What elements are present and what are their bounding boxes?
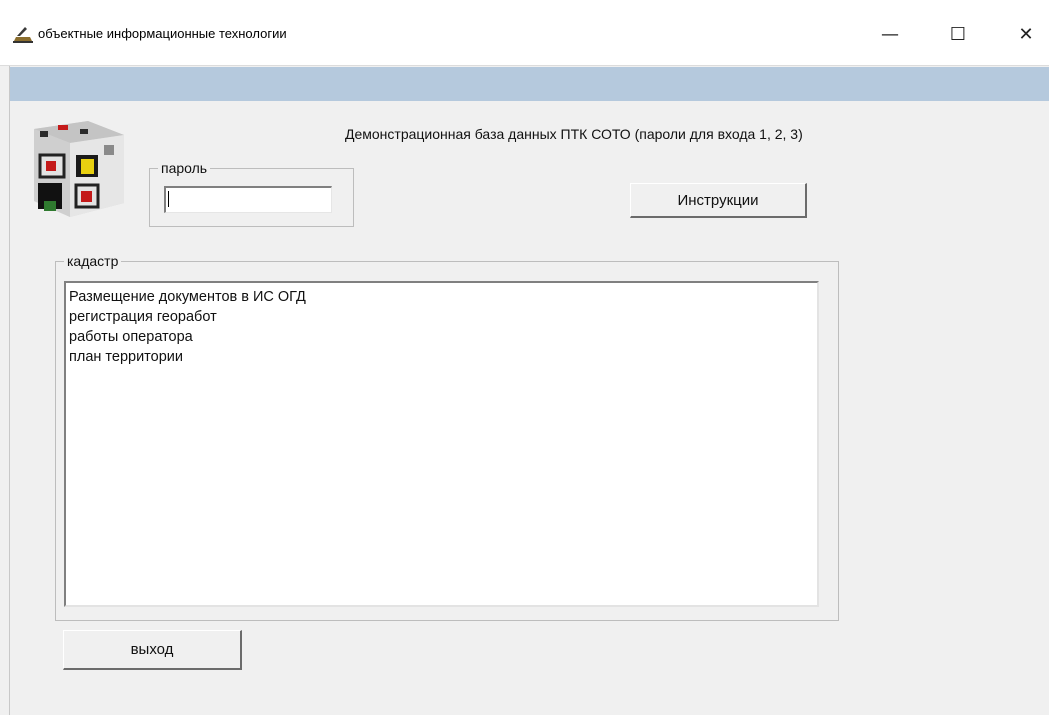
app-icon bbox=[13, 27, 33, 43]
close-button[interactable]: ✕ bbox=[1003, 12, 1049, 56]
list-item[interactable]: регистрация георабот bbox=[69, 307, 814, 327]
list-item[interactable]: план территории bbox=[69, 347, 814, 367]
maximize-button[interactable]: ☐ bbox=[935, 12, 981, 56]
text-caret bbox=[168, 191, 169, 207]
list-item[interactable]: Размещение документов в ИС ОГД bbox=[69, 287, 814, 307]
cadastre-label: кадастр bbox=[64, 253, 122, 269]
exit-button[interactable]: выход bbox=[63, 630, 242, 670]
soto-cube-logo bbox=[34, 121, 124, 217]
title-bar: объектные информационные технологии — ☐ … bbox=[0, 0, 1049, 66]
cadastre-listbox[interactable]: Размещение документов в ИС ОГД регистрац… bbox=[64, 281, 819, 607]
list-item[interactable]: работы оператора bbox=[69, 327, 814, 347]
minimize-button[interactable]: — bbox=[867, 12, 913, 56]
instructions-button[interactable]: Инструкции bbox=[630, 183, 807, 218]
menu-strip bbox=[10, 67, 1049, 101]
password-input[interactable] bbox=[164, 186, 332, 213]
header-text: Демонстрационная база данных ПТК СОТО (п… bbox=[345, 126, 803, 142]
window-border bbox=[0, 66, 10, 715]
window-title: объектные информационные технологии bbox=[38, 26, 287, 41]
password-label: пароль bbox=[158, 160, 211, 176]
